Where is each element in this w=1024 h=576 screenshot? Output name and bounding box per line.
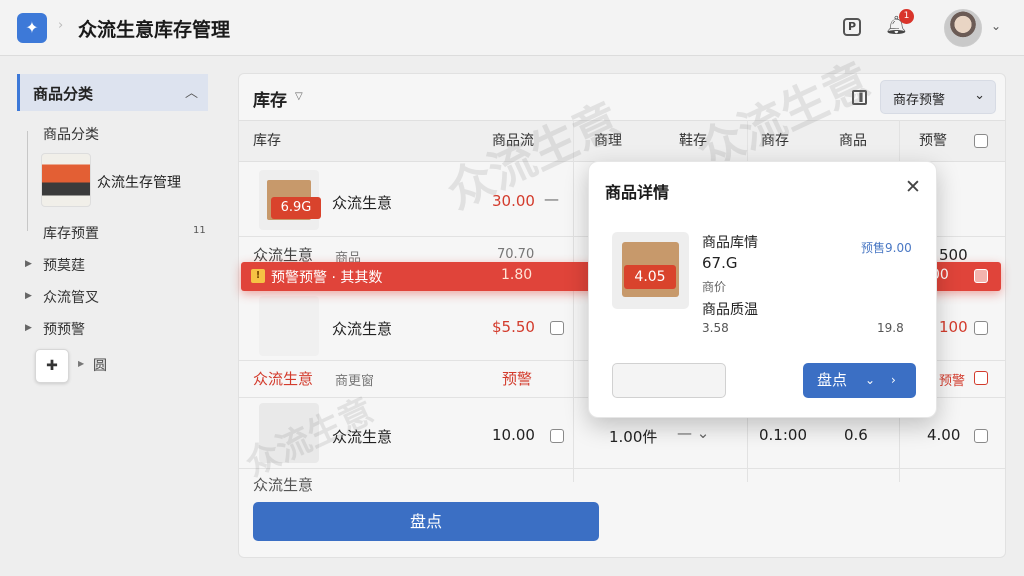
row-checkbox[interactable] xyxy=(550,321,564,335)
product-name[interactable]: 众流生意 xyxy=(253,474,313,495)
sidebar-item-manage[interactable]: 众流管叉 xyxy=(43,287,99,307)
chevron-up-icon[interactable]: ︿ xyxy=(185,82,198,101)
filter-icon[interactable]: ▐ xyxy=(852,90,867,105)
modal-submit-label: 盘点 xyxy=(817,371,848,389)
column-header[interactable]: 商存 xyxy=(761,120,789,162)
field-value: 19.8 xyxy=(877,321,904,335)
field-label: 商品库情 xyxy=(702,235,758,251)
product-name[interactable]: 众流生意 xyxy=(253,368,313,389)
row-sub: 商更窗 xyxy=(335,374,375,389)
column-header[interactable]: 鞋存 xyxy=(679,120,707,162)
product-thumbnail: 4.05 xyxy=(612,232,689,309)
product-thumbnail: 6.9G xyxy=(259,170,321,230)
caret-right-icon[interactable]: ▶ xyxy=(25,291,32,301)
column-header[interactable]: 预警 xyxy=(919,120,947,162)
notification-badge: 1 xyxy=(899,9,914,24)
warning-filter-label: 商存预警 xyxy=(893,93,946,108)
alert-label: 预警预警 · 其其数 xyxy=(271,270,383,286)
pin-tool-button[interactable]: ✚ xyxy=(35,349,69,383)
column-header[interactable]: 商品 xyxy=(839,120,867,162)
select-all-checkbox[interactable] xyxy=(974,134,988,148)
sidebar-item-pre[interactable]: 预莫莛 xyxy=(43,255,85,275)
sidebar: 商品分类 ︿ 商品分类 众流生存管理 库存预置 11 ▶ 预莫莛 ▶ 众流管叉 … xyxy=(0,57,220,576)
chevron-down-icon[interactable]: ⌄ xyxy=(991,19,1001,33)
tree-line xyxy=(27,131,28,231)
sidebar-item-count: 11 xyxy=(193,225,206,236)
row-quantity[interactable]: 1.00件 xyxy=(609,426,657,447)
row-end-value: 预警 xyxy=(939,374,966,389)
product-thumbnail xyxy=(259,296,319,356)
logo-separator: › xyxy=(58,18,64,33)
column-header[interactable]: 商理 xyxy=(594,120,622,162)
table-header xyxy=(239,120,1005,162)
category-header-label: 商品分类 xyxy=(33,85,94,103)
product-thumb-label: 4.05 xyxy=(624,265,676,289)
row-value: 0.6 xyxy=(844,426,868,444)
sidebar-item-category[interactable]: 商品分类 xyxy=(43,124,99,144)
page-title: 库存 xyxy=(253,91,287,111)
chevron-down-icon[interactable]: ▽ xyxy=(295,91,303,102)
sidebar-item-inventory-preset[interactable]: 库存预置 xyxy=(43,223,99,243)
avatar[interactable] xyxy=(944,9,982,47)
warning-filter-dropdown[interactable]: 商存预警 ⌄ xyxy=(880,80,996,114)
product-thumbnail xyxy=(41,153,91,207)
modal-submit-button[interactable]: 盘点 ⌄ › xyxy=(803,363,916,398)
chevron-right-icon: › xyxy=(891,373,896,387)
product-thumb-label: 6.9G xyxy=(271,197,321,219)
warning-label: 预警 xyxy=(502,370,533,388)
field-side-value: 预售9.00 xyxy=(861,241,912,255)
row-value: 0.1:00 xyxy=(759,426,807,444)
product-price: 30.00 xyxy=(492,192,535,210)
product-name[interactable]: 众流生意 xyxy=(332,192,392,213)
field-value: 3.58 xyxy=(702,321,729,335)
row-dash: — xyxy=(544,190,559,208)
alert-checkbox[interactable] xyxy=(974,269,988,283)
app-title: 众流生意库存管理 xyxy=(78,19,231,41)
product-price: 10.00 xyxy=(492,426,535,444)
chevron-down-icon: ⌄ xyxy=(865,373,876,387)
sidebar-item-warning[interactable]: 预预警 xyxy=(43,319,85,339)
row-end-value: 4.00 xyxy=(927,426,961,444)
divider xyxy=(239,468,1005,469)
field-label: 商品质温 xyxy=(702,302,758,318)
field-label: 商价 xyxy=(702,280,727,294)
row-checkbox[interactable] xyxy=(974,429,988,443)
warning-icon: ! xyxy=(251,269,265,283)
product-thumbnail xyxy=(259,403,319,463)
modal-title: 商品详情 xyxy=(605,183,670,202)
inventory-check-button[interactable]: 盘点 xyxy=(253,502,599,541)
close-icon[interactable]: ✕ xyxy=(905,176,921,198)
row-checkbox[interactable] xyxy=(974,321,988,335)
product-name[interactable]: 众流生意 xyxy=(332,426,392,447)
tool-label: 圆 xyxy=(93,358,107,374)
sidebar-item-management[interactable]: 众流生存管理 xyxy=(97,172,181,192)
product-price: $5.50 xyxy=(492,318,535,336)
quantity-input[interactable] xyxy=(612,363,726,398)
field-value: 67.G xyxy=(702,254,738,272)
product-detail-modal: 商品详情 ✕ 4.05 商品库情 预售9.00 67.G 商价 商品质温 3.5… xyxy=(588,161,937,418)
caret-right-icon[interactable]: ▶ xyxy=(25,323,32,333)
row-checkbox[interactable] xyxy=(550,429,564,443)
product-name[interactable]: 众流生意 xyxy=(332,318,392,339)
column-header[interactable]: 库存 xyxy=(253,120,281,162)
alert-value: 1.80 xyxy=(501,267,533,283)
row-value: 70.70 xyxy=(497,247,535,262)
app-header: ✦ › 众流生意库存管理 P 🔔︎ 1 ⌄ xyxy=(0,0,1024,56)
caret-right-icon[interactable]: ▶ xyxy=(25,259,32,269)
document-icon[interactable]: P xyxy=(843,18,861,36)
app-logo-icon[interactable]: ✦ xyxy=(17,13,47,43)
chevron-down-icon: ⌄ xyxy=(974,88,985,103)
row-end-value: 100 xyxy=(939,318,968,336)
row-checkbox[interactable] xyxy=(974,371,988,385)
stepper-dash[interactable]: — ⌄ xyxy=(677,424,709,442)
category-header[interactable]: 商品分类 ︿ xyxy=(17,74,208,111)
divider xyxy=(573,120,574,482)
caret-right-icon: ▶ xyxy=(78,359,85,368)
column-header[interactable]: 商品流 xyxy=(492,120,534,162)
